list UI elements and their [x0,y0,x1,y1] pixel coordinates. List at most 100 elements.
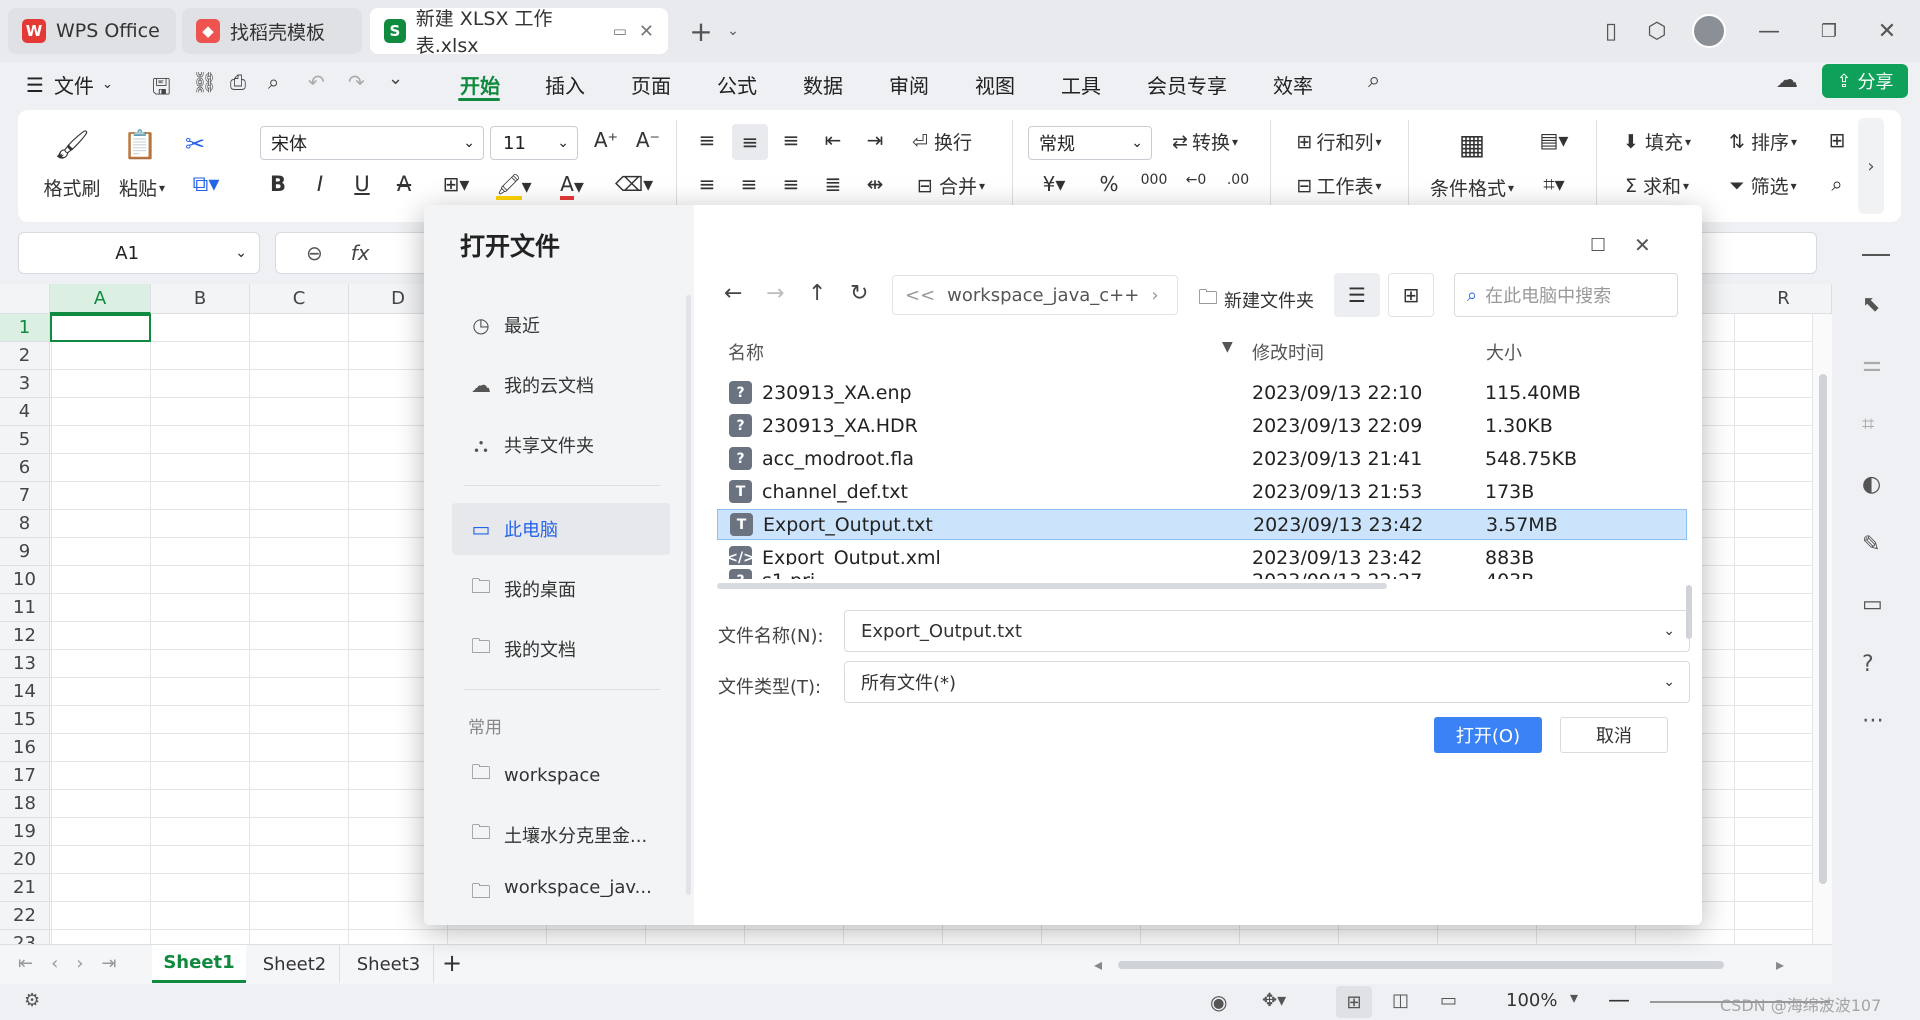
quick-access-chevron-icon[interactable]: ⌄ [388,68,403,89]
nav-desktop[interactable]: 🗀 我的桌面 [452,563,670,615]
nav-cloud-docs[interactable]: ☁ 我的云文档 [452,359,670,411]
row-header[interactable]: 15 [0,706,50,734]
font-name-select[interactable]: 宋体 ⌄ [260,126,484,160]
column-header-c[interactable]: C [250,284,349,314]
tab-member[interactable]: 会员专享 [1147,70,1227,99]
row-header[interactable]: 23 [0,930,50,944]
tab-review[interactable]: 审阅 [889,70,929,99]
active-cell-a1[interactable] [50,314,151,342]
redo-icon[interactable]: ↷ [348,70,365,94]
row-header[interactable]: 18 [0,790,50,818]
new-folder-button[interactable]: 🗀 新建文件夹 [1198,283,1314,317]
sheet-tab-sheet2[interactable]: Sheet2 [250,945,340,983]
currency-icon[interactable]: ¥▾ [1032,172,1076,196]
search-icon[interactable]: ⌕ [1368,68,1380,93]
filter-button[interactable]: ⏷ 筛选 ▾ [1720,172,1806,199]
sidebar-scrollbar[interactable] [686,295,691,895]
up-icon[interactable]: ↑ [808,281,826,306]
distributed-icon[interactable]: ⇹ [860,172,890,196]
name-box[interactable]: A1 ⌄ [18,232,260,274]
list-item[interactable]: </> Export_Output.xml 2023/09/13 23:42 883B [717,542,1687,565]
align-center-icon[interactable]: ≡ [734,172,764,196]
maximize-icon[interactable]: ❐ [1814,16,1844,46]
align-left-icon[interactable]: ≡ [692,172,722,196]
copy-icon[interactable]: ⧉▾ [182,172,230,197]
open-button[interactable]: 打开(O) [1434,717,1542,753]
align-right-icon[interactable]: ≡ [776,172,806,196]
horizontal-scroll-thumb[interactable] [1118,961,1724,969]
percent-button[interactable]: % [1094,172,1124,196]
decrease-font-icon[interactable]: A⁻ [632,128,664,152]
sheet-tab-sheet1[interactable]: Sheet1 [152,945,246,983]
format-painter-icon[interactable]: 🖌 [52,124,92,164]
macro-icon[interactable]: ⚙ [24,990,40,1011]
decrease-decimal-icon[interactable]: ←0 [1180,172,1212,188]
tab-data[interactable]: 数据 [803,70,843,99]
align-bottom-icon[interactable]: ≡ [776,128,806,152]
cloud-sync-icon[interactable]: ☁ [1776,68,1798,93]
nav-documents[interactable]: 🗀 我的文档 [452,623,670,675]
eye-protection-icon[interactable]: ◉ [1210,990,1227,1014]
clear-format-icon[interactable]: ⌫▾ [610,172,658,196]
next-sheet-icon[interactable]: › [76,953,83,974]
row-header[interactable]: 11 [0,594,50,622]
align-middle-icon[interactable]: ≡ [732,124,768,160]
justify-icon[interactable]: ≣ [818,172,848,196]
thousands-button[interactable]: 000 [1136,172,1172,188]
page-break-icon[interactable]: ▭ [1440,990,1457,1011]
paste-button[interactable]: 粘贴 ▾ [112,174,172,201]
panel-collapse-icon[interactable] [1862,254,1890,256]
crop-icon[interactable]: ⌗ [1862,412,1874,437]
strikethrough-icon[interactable]: A [390,172,418,196]
avatar[interactable] [1692,14,1726,48]
fill-color-icon[interactable]: 🖍 ▾ [492,172,536,200]
zoom-out-icon[interactable]: — [1608,988,1630,1013]
tab-efficiency[interactable]: 效率 [1273,70,1313,99]
sliders-icon[interactable]: ⚌ [1862,352,1882,377]
tab-wps-office[interactable]: W WPS Office [8,8,176,54]
breadcrumb-current[interactable]: workspace_java_c++ [947,285,1139,306]
sheet-tab-sheet3[interactable]: Sheet3 [344,945,434,983]
table-icon[interactable]: ⊞ [1822,128,1852,152]
path-breadcrumb[interactable]: << workspace_java_c++ › [892,275,1178,315]
prev-sheet-icon[interactable]: ‹ [51,953,58,974]
cancel-button[interactable]: 取消 [1560,717,1668,753]
row-col-button[interactable]: ⊞ 行和列 ▾ [1286,128,1392,155]
row-header[interactable]: 9 [0,538,50,566]
tab-tools[interactable]: 工具 [1061,70,1101,99]
row-header[interactable]: 21 [0,874,50,902]
refresh-icon[interactable]: ↻ [850,281,868,306]
tab-list-chevron-icon[interactable]: ⌄ [718,16,748,46]
vertical-scroll-thumb[interactable] [1819,374,1827,884]
first-sheet-icon[interactable]: ⇤ [18,953,33,974]
fx-icon[interactable]: fx [351,241,370,265]
normal-view-icon[interactable]: ⊞ [1336,986,1372,1018]
nav-this-pc[interactable]: ▭ 此电脑 [452,503,670,555]
last-sheet-icon[interactable]: ⇥ [102,953,117,974]
row-header[interactable]: 2 [0,342,50,370]
row-header[interactable]: 20 [0,846,50,874]
chevron-down-icon[interactable]: ⌄ [1663,623,1675,639]
decrease-indent-icon[interactable]: ⇤ [818,128,848,152]
column-header-r[interactable]: R [1736,284,1832,314]
freeze-icon[interactable]: ⌗▾ [1530,172,1578,196]
column-header-b[interactable]: B [151,284,250,314]
scroll-left-icon[interactable]: ◂ [1094,955,1102,974]
print-preview-icon[interactable]: ⌕ [268,70,279,94]
row-header[interactable]: 8 [0,510,50,538]
palette-icon[interactable]: ◐ [1862,472,1881,497]
nav-recent[interactable]: ◷ 最近 [452,299,670,351]
fill-button[interactable]: ⬇ 填充 ▾ [1614,128,1700,155]
list-item[interactable]: ? 230913_XA.enp 2023/09/13 22:10 115.40MB [717,377,1687,408]
row-header[interactable]: 19 [0,818,50,846]
row-header[interactable]: 3 [0,370,50,398]
list-item[interactable]: ? acc_modroot.fla 2023/09/13 21:41 548.75KB [717,443,1687,474]
new-tab-button[interactable]: + [686,15,716,48]
row-header[interactable]: 4 [0,398,50,426]
font-size-select[interactable]: 11 ⌄ [490,126,578,160]
vertical-scrollbar[interactable] [1812,314,1832,944]
search-field[interactable]: ⌕ 在此电脑中搜索 [1454,273,1678,317]
row-header[interactable]: 7 [0,482,50,510]
sort-desc-icon[interactable]: ▼ [1222,339,1233,355]
merge-button[interactable]: ⊟ 合并 ▾ [906,172,996,199]
